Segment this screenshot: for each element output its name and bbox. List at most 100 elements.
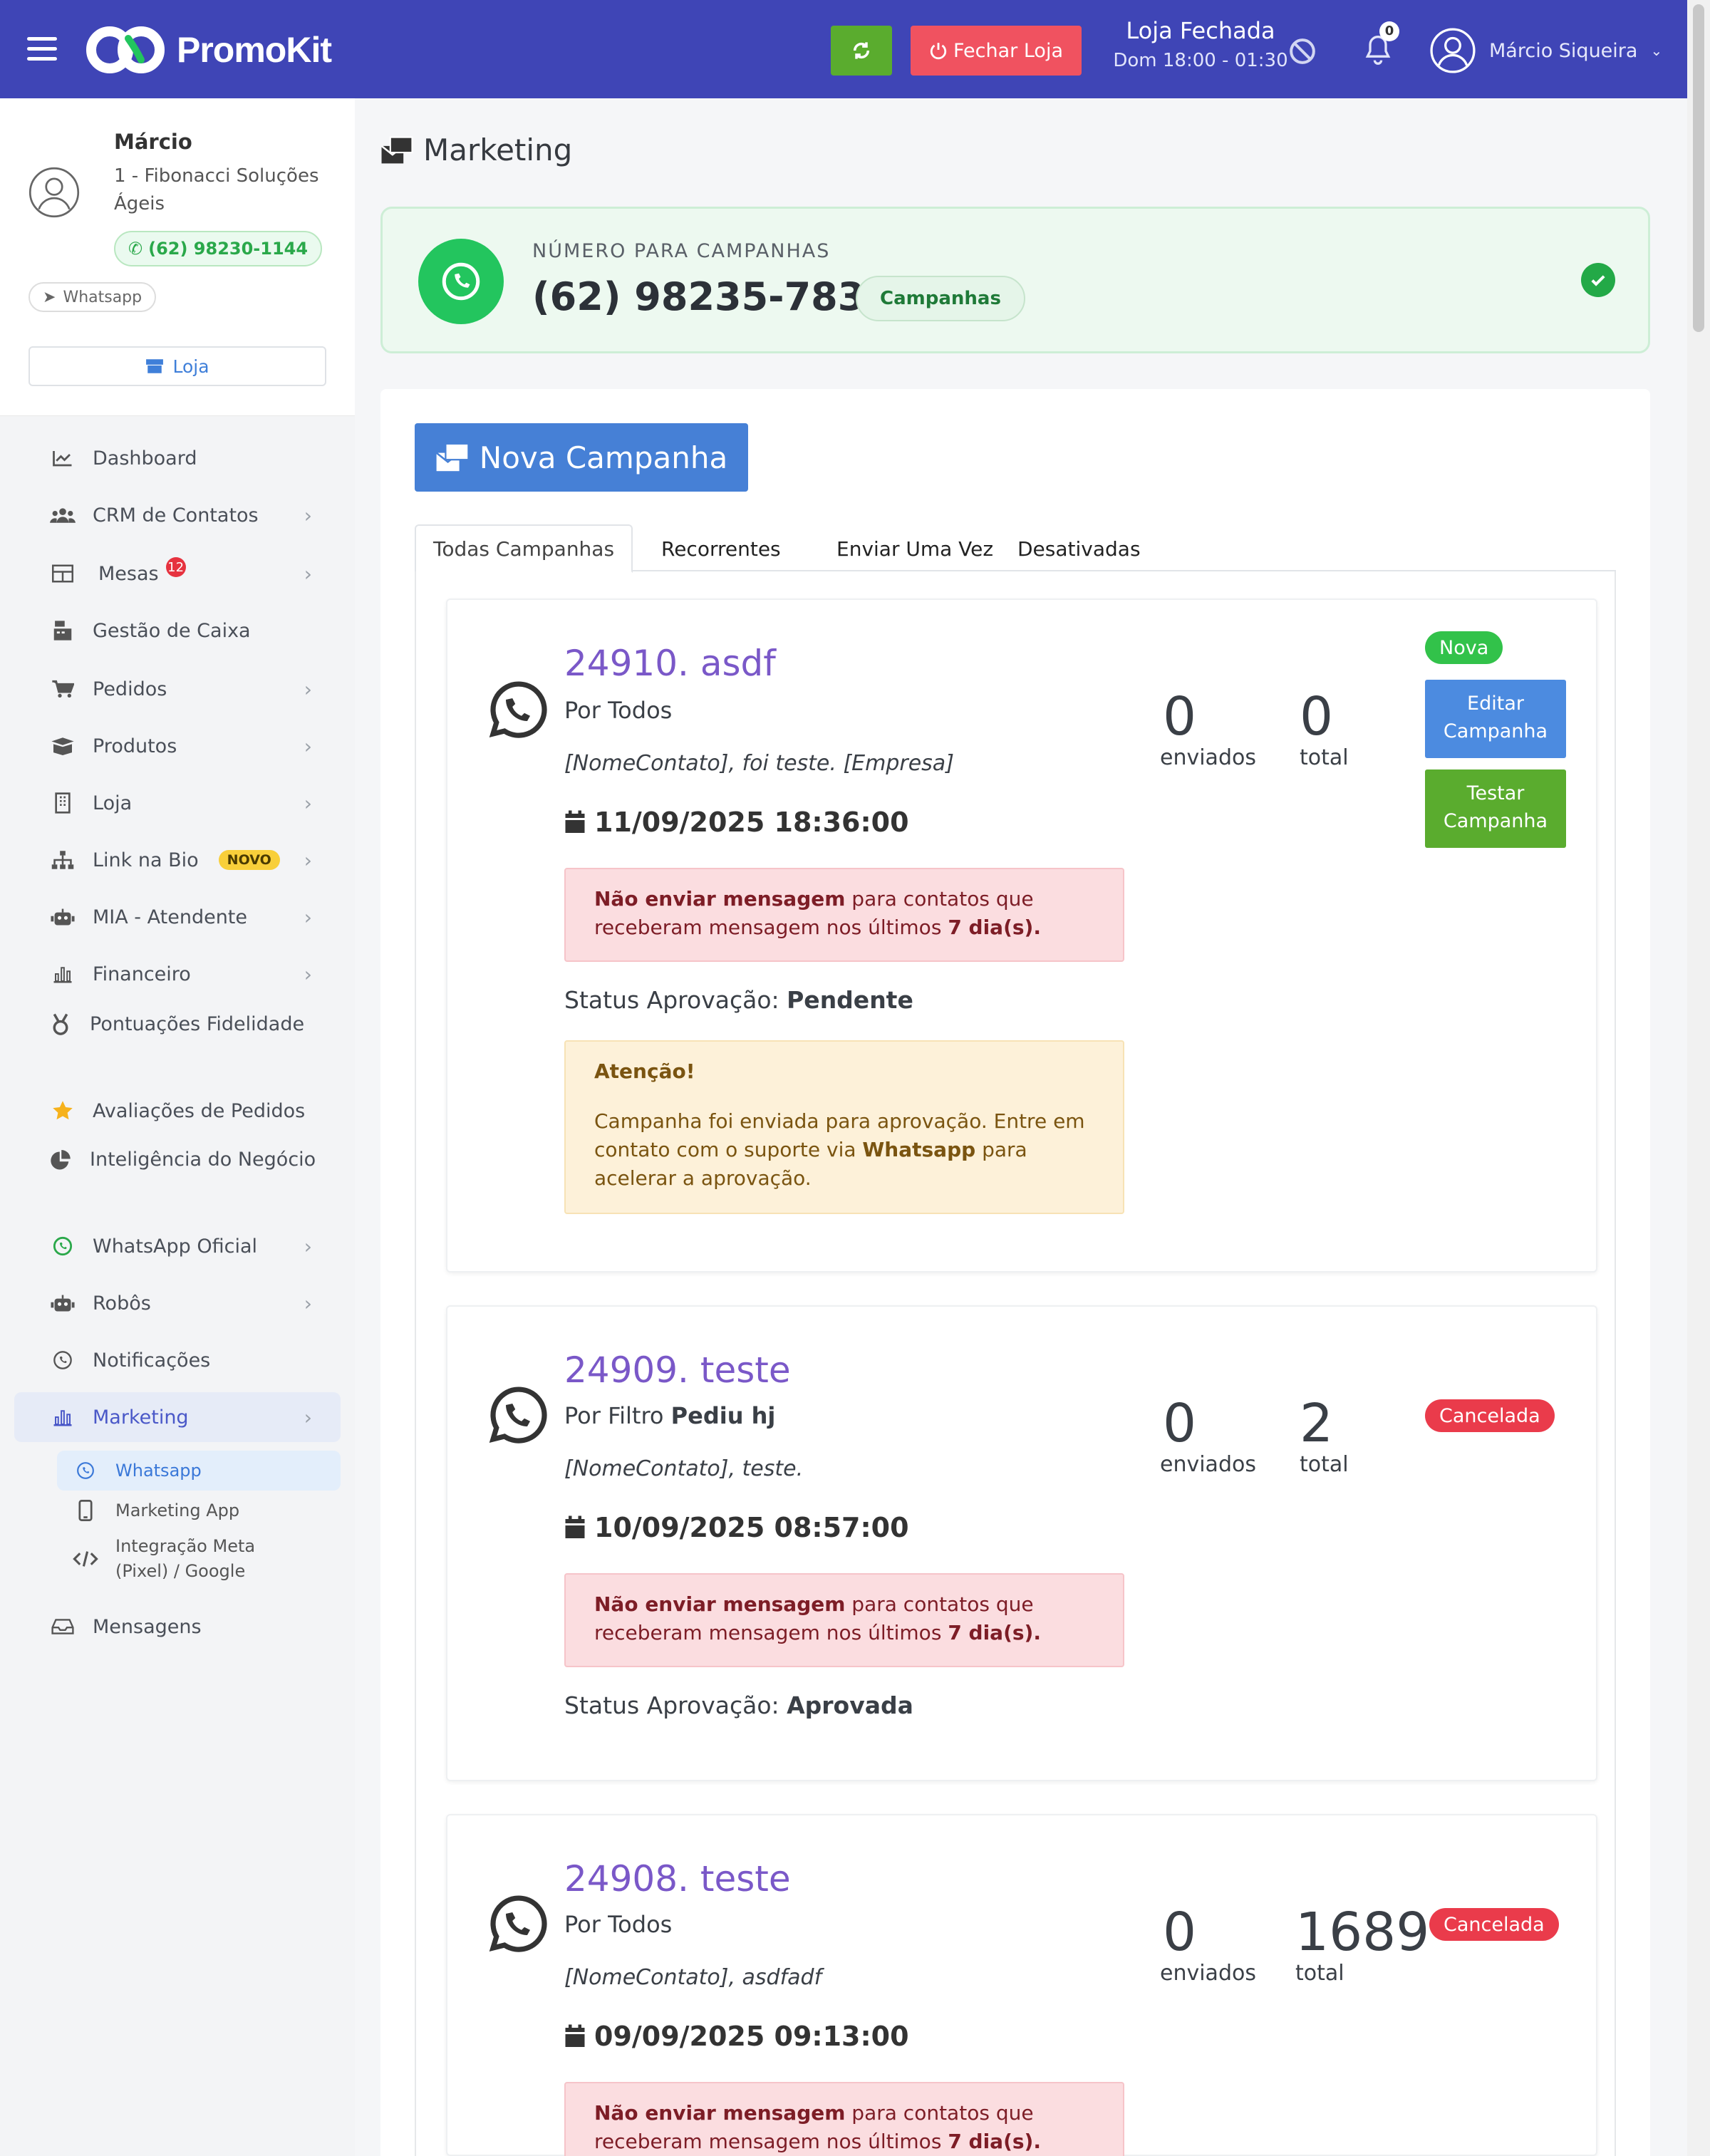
campaign-number-card: NÚMERO PARA CAMPANHAS (62) 98235-7834 Ca… bbox=[380, 207, 1650, 353]
whatsapp-icon bbox=[47, 1236, 78, 1256]
check-circle-icon bbox=[1581, 263, 1615, 297]
power-icon bbox=[930, 43, 947, 60]
building-icon bbox=[47, 792, 78, 814]
campaign-audience: Por Todos bbox=[564, 697, 673, 724]
sidebar-item-notificacoes[interactable]: Notificações bbox=[14, 1335, 341, 1385]
page-title-text: Marketing bbox=[423, 133, 573, 167]
pie-chart-icon bbox=[50, 1150, 71, 1176]
sidebar-item-robos[interactable]: Robôs › bbox=[14, 1278, 341, 1328]
page-scrollbar[interactable] bbox=[1687, 0, 1710, 2156]
sidebar-item-mensagens[interactable]: Mensagens bbox=[14, 1602, 341, 1652]
brand-logo[interactable]: PromoKit bbox=[84, 24, 332, 76]
inbox-icon bbox=[47, 1618, 78, 1635]
bar-chart-icon bbox=[47, 1408, 78, 1426]
sidebar-sub-whatsapp[interactable]: Whatsapp bbox=[57, 1451, 341, 1491]
store-button-label: Loja bbox=[172, 356, 209, 377]
campaign-message: [NomeContato], teste. bbox=[564, 1456, 804, 1481]
notification-count: 0 bbox=[1379, 21, 1399, 41]
whatsapp-icon: ✆ bbox=[128, 239, 143, 259]
sidebar-item-avaliacoes[interactable]: Avaliações de Pedidos bbox=[14, 1086, 341, 1136]
chevron-right-icon: › bbox=[304, 1291, 312, 1315]
sidebar-sub-marketing-app[interactable]: Marketing App bbox=[57, 1491, 341, 1530]
whatsapp-icon bbox=[418, 239, 504, 324]
sidebar-item-produtos[interactable]: Produtos › bbox=[14, 721, 341, 771]
whatsapp-icon bbox=[47, 1350, 78, 1370]
sidebar-item-mia[interactable]: MIA - Atendente › bbox=[14, 892, 341, 942]
close-store-label: Fechar Loja bbox=[953, 39, 1063, 62]
campaign-card: 24908. teste Por Todos [NomeContato], as… bbox=[446, 1814, 1597, 2156]
promokit-logo-icon bbox=[86, 26, 165, 73]
send-restriction-alert: Não enviar mensagem para contatos que re… bbox=[564, 2082, 1124, 2156]
store-icon bbox=[146, 359, 164, 373]
whatsapp-icon bbox=[489, 1387, 547, 1444]
sidebar-item-loja[interactable]: Loja › bbox=[14, 778, 341, 828]
code-icon bbox=[71, 1550, 100, 1568]
sidebar-item-marketing[interactable]: Marketing › bbox=[14, 1392, 341, 1442]
chevron-right-icon: › bbox=[304, 905, 312, 929]
campaign-tabs: Todas Campanhas Recorrentes Enviar Uma V… bbox=[415, 524, 1616, 573]
mobile-icon bbox=[71, 1500, 100, 1521]
tab-todas-campanhas[interactable]: Todas Campanhas bbox=[415, 524, 633, 573]
campaigns-pill[interactable]: Campanhas bbox=[856, 276, 1025, 321]
bar-chart-icon bbox=[47, 965, 78, 983]
sidebar-item-pontuacoes[interactable]: Pontuações Fidelidade bbox=[14, 1007, 341, 1073]
calendar-icon bbox=[565, 2024, 585, 2047]
whatsapp-icon bbox=[71, 1461, 100, 1480]
total-stat: 1689 total bbox=[1295, 1902, 1430, 1986]
paper-plane-icon: ➤ bbox=[43, 288, 56, 306]
profile-panel: Márcio 1 - Fibonacci Soluções Ágeis ✆ (6… bbox=[0, 98, 355, 416]
brand-name: PromoKit bbox=[177, 30, 332, 70]
close-store-button[interactable]: Fechar Loja bbox=[911, 26, 1082, 76]
status-badge: Cancelada bbox=[1425, 1399, 1555, 1432]
sidebar-item-financeiro[interactable]: Financeiro › bbox=[14, 949, 341, 999]
store-status-text: Loja Fechada bbox=[1126, 17, 1275, 44]
sidebar-item-inteligencia[interactable]: Inteligência do Negócio bbox=[14, 1143, 341, 1208]
approval-status: Status Aprovação: Aprovada bbox=[564, 1691, 913, 1719]
tab-recorrentes[interactable]: Recorrentes bbox=[661, 524, 781, 573]
sent-stat: 0 enviados bbox=[1160, 1393, 1256, 1477]
campaign-title[interactable]: 24910. asdf bbox=[564, 643, 776, 684]
cash-register-icon bbox=[47, 620, 78, 641]
tab-enviar-uma-vez[interactable]: Enviar Uma Vez bbox=[836, 524, 993, 573]
total-stat: 0 total bbox=[1300, 686, 1349, 770]
new-campaign-button[interactable]: Nova Campanha bbox=[415, 423, 748, 492]
sidebar-item-dashboard[interactable]: Dashboard bbox=[14, 433, 341, 483]
profile-phone: ✆ (62) 98230-1144 bbox=[114, 231, 323, 266]
edit-campaign-button[interactable]: Editar Campanha bbox=[1425, 680, 1566, 758]
send-restriction-alert: Não enviar mensagem para contatos que re… bbox=[564, 868, 1124, 962]
refresh-button[interactable] bbox=[831, 26, 892, 76]
sidebar-item-pedidos[interactable]: Pedidos › bbox=[14, 664, 341, 714]
mail-bulk-icon bbox=[435, 442, 470, 472]
tab-desativadas[interactable]: Desativadas bbox=[1017, 524, 1141, 573]
sidebar-item-gestao-caixa[interactable]: Gestão de Caixa bbox=[14, 606, 341, 655]
store-hours: Dom 18:00 - 01:30 bbox=[1113, 50, 1288, 71]
chevron-down-icon: ⌄ bbox=[1650, 42, 1663, 59]
sidebar-item-link-bio[interactable]: Link na Bio NOVO › bbox=[14, 835, 341, 885]
sidebar-item-mesas[interactable]: Mesas 12 › bbox=[14, 549, 341, 598]
campaign-date: 09/09/2025 09:13:00 bbox=[564, 2021, 909, 2052]
user-menu[interactable]: Márcio Siqueira ⌄ bbox=[1429, 26, 1662, 76]
profile-name: Márcio bbox=[114, 130, 192, 154]
chevron-right-icon: › bbox=[304, 677, 312, 701]
sent-stat: 0 enviados bbox=[1160, 1902, 1256, 1986]
novo-badge: NOVO bbox=[218, 850, 280, 870]
robot-icon bbox=[47, 907, 78, 927]
sidebar-item-crm[interactable]: CRM de Contatos › bbox=[14, 490, 341, 540]
whatsapp-icon bbox=[489, 1895, 547, 1952]
campaign-number-label: NÚMERO PARA CAMPANHAS bbox=[532, 240, 831, 262]
store-button[interactable]: Loja bbox=[28, 346, 326, 386]
new-campaign-label: Nova Campanha bbox=[479, 440, 728, 475]
chevron-right-icon: › bbox=[304, 1405, 312, 1429]
sidebar-item-whatsapp-oficial[interactable]: WhatsApp Oficial › bbox=[14, 1221, 341, 1271]
calendar-icon bbox=[565, 1515, 585, 1538]
sidebar-sub-integracao-meta[interactable]: Integração Meta (Pixel) / Google bbox=[57, 1530, 341, 1587]
approval-attention-alert: Atenção! Campanha foi enviada para aprov… bbox=[564, 1040, 1124, 1214]
campaign-title[interactable]: 24909. teste bbox=[564, 1349, 791, 1391]
hamburger-menu-icon[interactable] bbox=[27, 37, 57, 61]
chevron-right-icon: › bbox=[304, 848, 312, 872]
box-icon bbox=[47, 737, 78, 755]
test-campaign-button[interactable]: Testar Campanha bbox=[1425, 769, 1566, 848]
campaign-title[interactable]: 24908. teste bbox=[564, 1858, 791, 1900]
profile-avatar-icon bbox=[28, 167, 80, 218]
send-restriction-alert: Não enviar mensagem para contatos que re… bbox=[564, 1573, 1124, 1667]
